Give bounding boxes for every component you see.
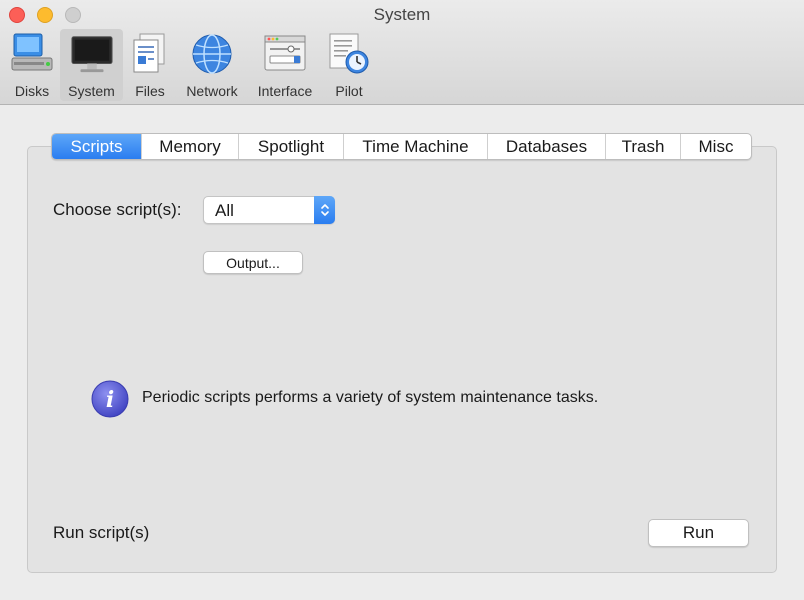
interface-window-icon: [263, 31, 307, 77]
toolbar-label: Network: [186, 83, 238, 99]
tab-time-machine[interactable]: Time Machine: [344, 134, 488, 159]
svg-text:i: i: [106, 387, 114, 413]
tab-bar: Scripts Memory Spotlight Time Machine Da…: [51, 133, 752, 160]
toolbar-label: System: [68, 83, 115, 99]
toolbar-label: Files: [135, 83, 165, 99]
toolbar-label: Disks: [14, 83, 50, 99]
tab-databases[interactable]: Databases: [488, 134, 606, 159]
pilot-clock-icon: [327, 31, 371, 77]
toolbar-item-interface[interactable]: Interface: [252, 29, 318, 101]
tab-spotlight[interactable]: Spotlight: [239, 134, 344, 159]
tab-trash[interactable]: Trash: [606, 134, 681, 159]
network-globe-icon: [190, 31, 234, 77]
choose-scripts-label: Choose script(s):: [53, 200, 182, 219]
info-message: Periodic scripts performs a variety of s…: [142, 389, 599, 406]
tab-scripts[interactable]: Scripts: [52, 134, 142, 159]
tab-misc[interactable]: Misc: [681, 134, 751, 159]
toolbar-item-files[interactable]: Files: [128, 29, 172, 101]
script-select-value: All: [215, 201, 234, 220]
info-icon: i: [91, 380, 129, 418]
tab-memory[interactable]: Memory: [142, 134, 239, 159]
disks-icon: [10, 31, 54, 77]
output-button[interactable]: Output...: [203, 251, 303, 274]
script-select[interactable]: All: [203, 196, 335, 224]
run-scripts-label: Run script(s): [53, 523, 150, 542]
title-bar: System Disks System Files Network Interf…: [0, 0, 804, 105]
toolbar-item-network[interactable]: Network: [181, 29, 243, 101]
run-button[interactable]: Run: [648, 519, 749, 547]
toolbar-item-pilot[interactable]: Pilot: [327, 29, 371, 101]
toolbar-item-disks[interactable]: Disks: [8, 29, 56, 101]
chevron-up-down-icon: [314, 196, 335, 224]
toolbar-item-system[interactable]: System: [60, 29, 123, 101]
files-icon: [128, 31, 172, 77]
system-monitor-icon: [70, 31, 114, 77]
window-title: System: [373, 5, 431, 24]
toolbar-label: Interface: [257, 83, 313, 99]
toolbar-label: Pilot: [335, 83, 363, 99]
